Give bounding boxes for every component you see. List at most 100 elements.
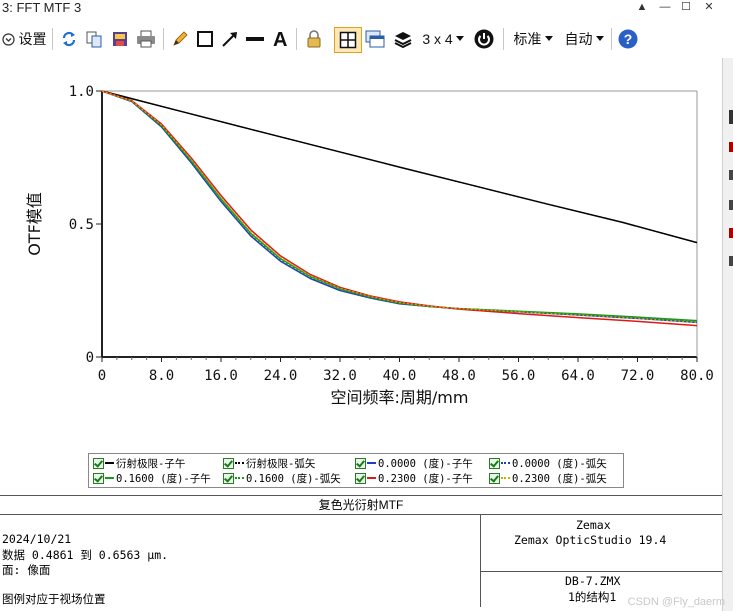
toolbar: 设置 A 3 x 4 标准 自动 ? bbox=[0, 20, 722, 60]
chevron-down-circle-icon bbox=[1, 32, 15, 46]
grid-toggle-button[interactable] bbox=[334, 27, 362, 53]
info-software: Zemax OpticStudio 19.4 bbox=[514, 533, 667, 547]
legend-item[interactable]: 0.2300 (度)-子午 bbox=[355, 471, 473, 485]
checkbox-checked-icon[interactable] bbox=[223, 472, 234, 484]
info-config: 1的结构1 bbox=[568, 590, 617, 604]
legend-label: 0.1600 (度)-弧矢 bbox=[246, 472, 341, 485]
checkbox-checked-icon[interactable] bbox=[355, 472, 366, 484]
legend-label: 0.1600 (度)-子午 bbox=[116, 472, 211, 485]
standard-dropdown[interactable]: 标准 bbox=[510, 28, 556, 50]
info-divider bbox=[480, 515, 481, 607]
help-icon: ? bbox=[618, 29, 638, 49]
text-button[interactable]: A bbox=[270, 28, 292, 50]
panel-edge-mark bbox=[729, 142, 733, 152]
auto-dropdown-label: 自动 bbox=[564, 31, 593, 47]
lock-button[interactable] bbox=[303, 28, 325, 50]
y-tick-label: 0.5 bbox=[69, 217, 94, 233]
svg-text:A: A bbox=[273, 30, 287, 48]
legend-label: 衍射极限-弧矢 bbox=[246, 457, 316, 470]
legend-item[interactable]: 0.2300 (度)-弧矢 bbox=[489, 471, 607, 485]
checkbox-checked-icon[interactable] bbox=[355, 457, 366, 469]
layers-button[interactable] bbox=[391, 28, 415, 50]
layout-dropdown[interactable]: 3 x 4 bbox=[418, 28, 468, 50]
y-axis-label: OTF模值 bbox=[25, 192, 44, 256]
checkbox-checked-icon[interactable] bbox=[93, 472, 104, 484]
legend-item[interactable]: 衍射极限-子午 bbox=[93, 456, 185, 470]
help-button[interactable]: ? bbox=[616, 28, 640, 50]
legend-item[interactable]: 0.1600 (度)-弧矢 bbox=[223, 471, 341, 485]
close-button[interactable]: ✕ bbox=[699, 0, 719, 14]
mtf-chart: 0 8.0 16.0 24.0 32.0 40.0 48.0 56.0 64.0 72.0 80.0… bbox=[25, 84, 714, 407]
x-tick-label: 16.0 bbox=[204, 368, 238, 384]
copy-button[interactable] bbox=[83, 28, 105, 50]
print-button[interactable] bbox=[134, 28, 158, 50]
caret-down-icon bbox=[595, 36, 604, 41]
toolbar-divider bbox=[611, 28, 612, 50]
info-divider bbox=[480, 571, 722, 572]
x-tick-label: 80.0 bbox=[680, 368, 714, 384]
mtf-plot-area: 0 8.0 16.0 24.0 32.0 40.0 48.0 56.0 64.0 72.0 80.0… bbox=[0, 60, 722, 490]
standard-dropdown-label: 标准 bbox=[513, 31, 542, 47]
x-tick-label: 56.0 bbox=[502, 368, 536, 384]
checkbox-checked-icon[interactable] bbox=[489, 457, 500, 469]
refresh-button[interactable] bbox=[58, 28, 80, 50]
power-icon bbox=[474, 29, 494, 49]
settings-button[interactable]: 设置 bbox=[0, 28, 48, 50]
x-tick-label: 48.0 bbox=[442, 368, 476, 384]
series-line-4 bbox=[101, 90, 698, 322]
x-tick-label: 32.0 bbox=[323, 368, 357, 384]
line-button[interactable] bbox=[244, 28, 266, 50]
series-line-3 bbox=[101, 90, 698, 323]
x-axis-label: 空间频率:周期/mm bbox=[331, 388, 469, 407]
y-tick-label: 0 bbox=[86, 350, 94, 366]
legend-item[interactable]: 0.1600 (度)-子午 bbox=[93, 471, 211, 485]
legend-line-swatch bbox=[501, 462, 510, 464]
rectangle-icon bbox=[197, 31, 213, 47]
x-tick-label: 64.0 bbox=[561, 368, 595, 384]
power-button[interactable] bbox=[472, 28, 496, 50]
legend-label: 0.0000 (度)-弧矢 bbox=[512, 457, 607, 470]
auto-dropdown[interactable]: 自动 bbox=[561, 28, 607, 50]
layout-dropdown-label: 3 x 4 bbox=[422, 31, 453, 47]
refresh-icon bbox=[62, 31, 76, 47]
pin-arrow-icon[interactable]: ▲ bbox=[632, 0, 652, 14]
info-surface: 面: 像面 bbox=[2, 563, 51, 577]
panel-edge-mark bbox=[729, 170, 733, 180]
arrow-button[interactable] bbox=[219, 28, 241, 50]
copy-icon bbox=[86, 31, 102, 48]
panel-edge-mark bbox=[729, 228, 733, 238]
caret-down-icon bbox=[544, 36, 553, 41]
toolbar-divider bbox=[503, 28, 504, 50]
adjacent-panel-edge bbox=[722, 58, 733, 611]
panel-edge-mark bbox=[729, 200, 733, 210]
save-button[interactable] bbox=[109, 28, 131, 50]
x-tick-label: 72.0 bbox=[621, 368, 655, 384]
legend-line-swatch bbox=[367, 462, 376, 464]
legend-item[interactable]: 0.0000 (度)-子午 bbox=[355, 456, 473, 470]
watermark: CSDN @Fly_daerm bbox=[627, 596, 725, 608]
y-tick-label: 1.0 bbox=[69, 84, 94, 100]
panel-edge-mark bbox=[729, 256, 733, 266]
chart-legend: 衍射极限-子午 衍射极限-弧矢 0.0000 (度)-子午 0.0000 (度)-弧矢… bbox=[88, 453, 624, 488]
rectangle-button[interactable] bbox=[194, 28, 216, 50]
maximize-button[interactable]: ☐ bbox=[676, 0, 696, 14]
legend-item[interactable]: 0.0000 (度)-弧矢 bbox=[489, 456, 607, 470]
text-a-icon: A bbox=[273, 30, 287, 48]
legend-item[interactable]: 衍射极限-弧矢 bbox=[223, 456, 315, 470]
legend-line-swatch bbox=[501, 477, 510, 479]
window-layout-button[interactable] bbox=[363, 28, 387, 50]
series-line-2 bbox=[101, 90, 698, 324]
legend-label: 0.2300 (度)-弧矢 bbox=[512, 472, 607, 485]
windows-icon bbox=[365, 30, 385, 48]
save-image-icon bbox=[113, 32, 127, 46]
info-panel: 复色光衍射MTF 2024/10/21 数据 0.4861 到 0.6563 µ… bbox=[0, 495, 722, 607]
info-title: 复色光衍射MTF bbox=[0, 496, 722, 515]
toolbar-divider bbox=[163, 28, 164, 50]
info-data-range: 数据 0.4861 到 0.6563 µm. bbox=[2, 548, 169, 562]
pencil-button[interactable] bbox=[169, 28, 191, 50]
minimize-button[interactable]: — bbox=[655, 0, 675, 14]
checkbox-checked-icon[interactable] bbox=[93, 457, 104, 469]
legend-label: 0.2300 (度)-子午 bbox=[378, 472, 473, 485]
checkbox-checked-icon[interactable] bbox=[223, 457, 234, 469]
checkbox-checked-icon[interactable] bbox=[489, 472, 500, 484]
